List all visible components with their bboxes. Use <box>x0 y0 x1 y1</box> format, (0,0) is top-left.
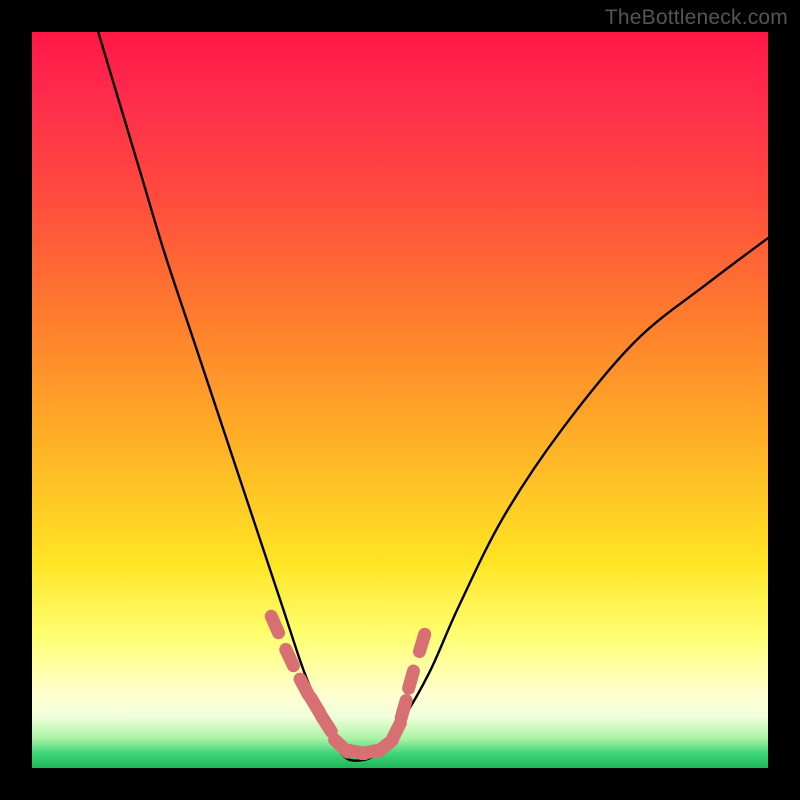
valley-marker <box>419 634 424 651</box>
valley-marker <box>392 723 400 739</box>
valley-marker <box>401 700 406 717</box>
valley-marker <box>409 671 414 688</box>
bottleneck-curve <box>98 32 768 761</box>
valley-marker <box>286 649 294 665</box>
valley-markers <box>271 616 424 753</box>
chart-frame: TheBottleneck.com <box>0 0 800 800</box>
watermark-text: TheBottleneck.com <box>605 6 788 30</box>
valley-marker <box>271 616 278 632</box>
valley-marker <box>322 716 332 731</box>
plot-area <box>32 32 768 768</box>
curve-layer <box>32 32 768 768</box>
